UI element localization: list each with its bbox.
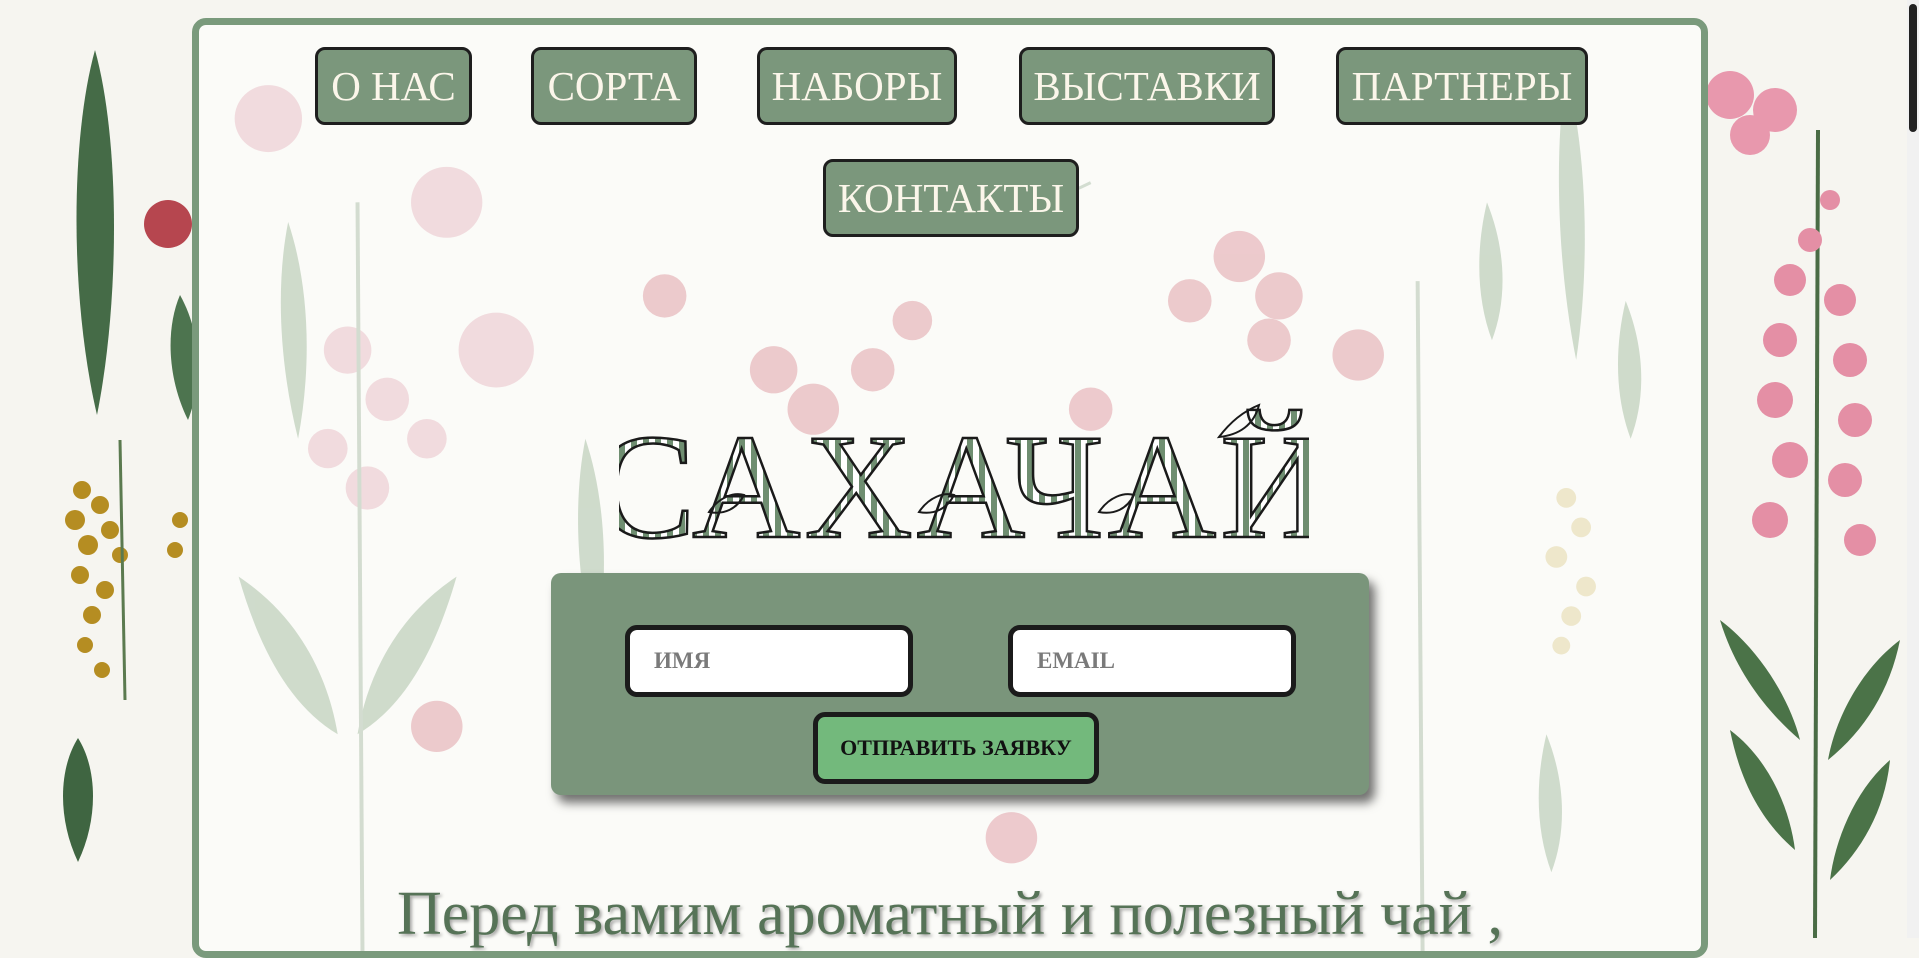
hero-tagline: Перед вамим ароматный и полезный чай ,	[397, 880, 1503, 948]
request-form: ОТПРАВИТЬ ЗАЯВКУ	[551, 573, 1369, 795]
page-scrollbar[interactable]	[1907, 0, 1919, 938]
nav-partners[interactable]: ПАРТНЕРЫ	[1336, 47, 1588, 125]
nav-exhibitions[interactable]: ВЫСТАВКИ	[1019, 47, 1275, 125]
nav-varieties[interactable]: СОРТА	[531, 47, 697, 125]
logo-text: САХАЧАЙ	[619, 404, 1309, 557]
main-nav: О НАС СОРТА НАБОРЫ ВЫСТАВКИ ПАРТНЕРЫ КОН…	[199, 47, 1701, 267]
fireweed-illustration	[1752, 190, 1876, 556]
name-input[interactable]	[625, 625, 913, 697]
main-frame: О НАС СОРТА НАБОРЫ ВЫСТАВКИ ПАРТНЕРЫ КОН…	[192, 18, 1708, 958]
berry-illustration	[144, 200, 192, 248]
leaf-illustration	[76, 50, 115, 415]
nav-sets[interactable]: НАБОРЫ	[757, 47, 957, 125]
nav-about[interactable]: О НАС	[315, 47, 472, 125]
nav-contacts[interactable]: КОНТАКТЫ	[823, 159, 1079, 237]
leaf-illustration	[63, 738, 93, 862]
sakhachai-logo: САХАЧАЙ	[619, 403, 1309, 557]
leaf-illustration	[1720, 620, 1900, 880]
email-input[interactable]	[1008, 625, 1296, 697]
flower-illustration	[1706, 71, 1797, 155]
submit-request-button[interactable]: ОТПРАВИТЬ ЗАЯВКУ	[813, 712, 1099, 784]
flower-cluster-illustration	[65, 481, 188, 678]
scrollbar-thumb[interactable]	[1909, 4, 1917, 132]
